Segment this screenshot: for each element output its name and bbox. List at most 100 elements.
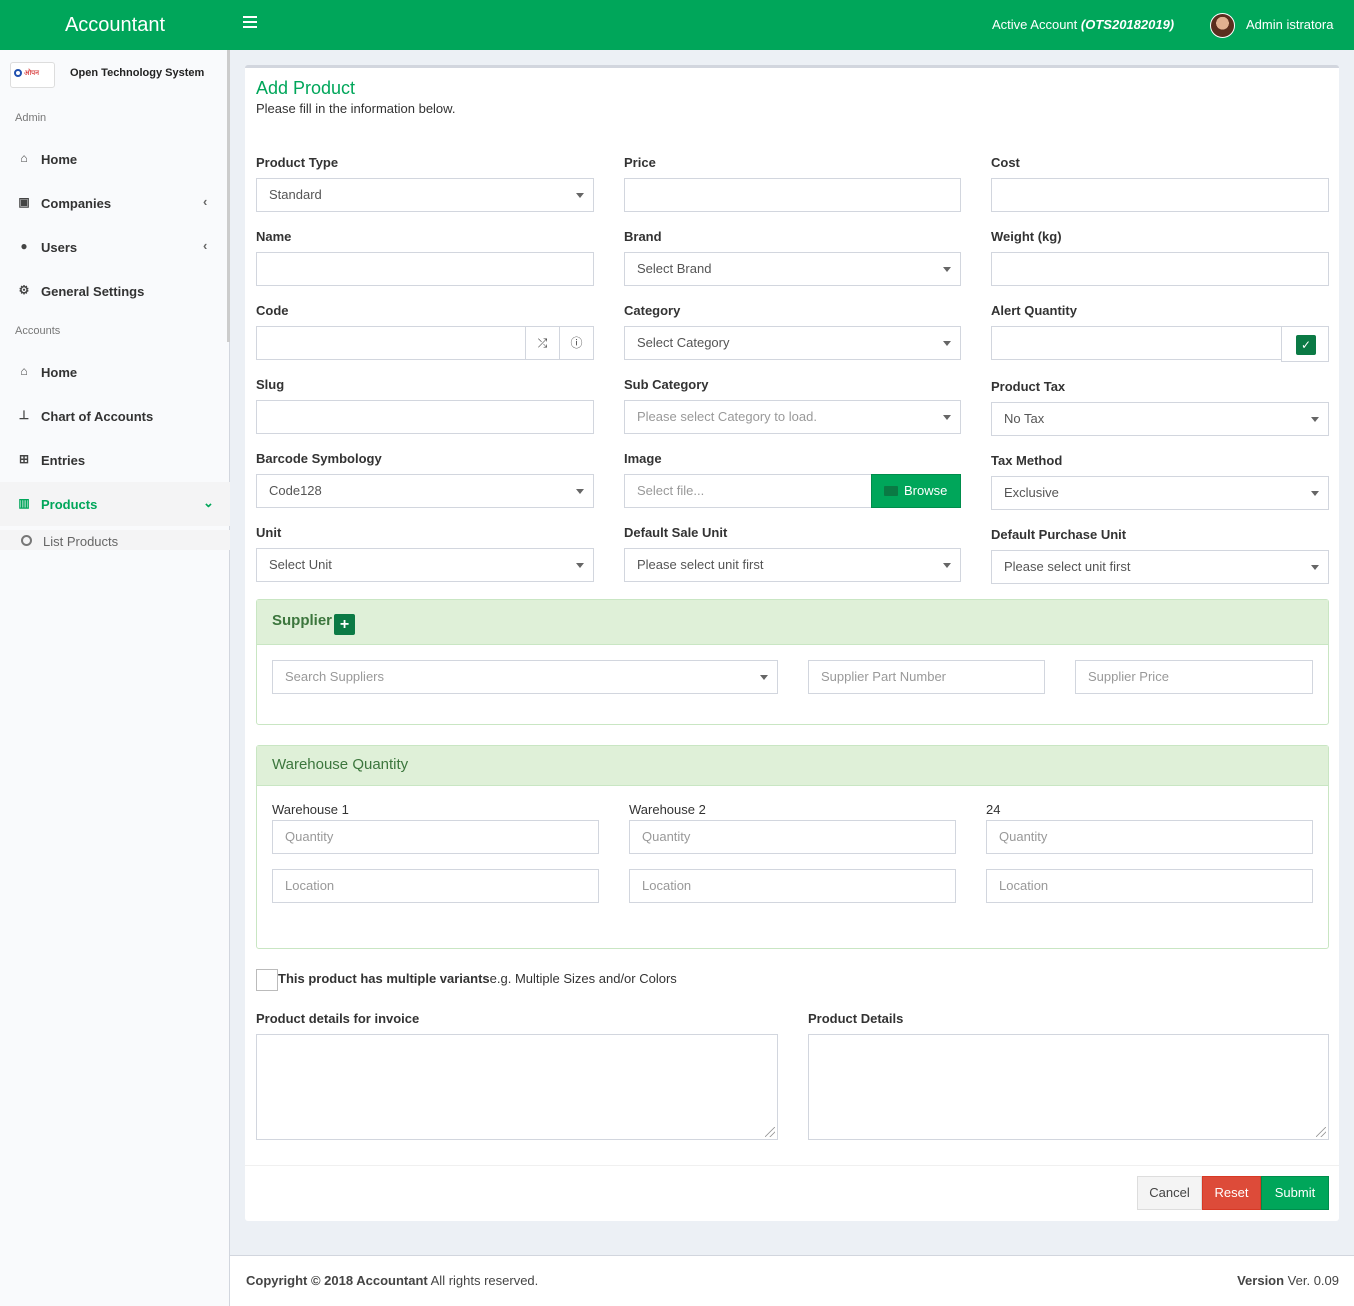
code-input[interactable] xyxy=(256,326,526,360)
name-input[interactable] xyxy=(256,252,594,286)
warehouse-panel-header: Warehouse Quantity xyxy=(257,746,1328,786)
default-purchase-unit-select[interactable]: Please select unit first xyxy=(991,550,1329,584)
product-details-textarea[interactable] xyxy=(808,1034,1329,1140)
multiple-variants-text: This product has multiple variantse.g. M… xyxy=(278,971,677,986)
user-name[interactable]: Admin istratora xyxy=(1246,17,1333,32)
plus-square-icon: ⊞ xyxy=(18,452,30,466)
supplier-panel-header: Supplier + xyxy=(257,600,1328,645)
chevron-left-icon: ‹ xyxy=(203,194,208,209)
sidebar-item-label: General Settings xyxy=(41,284,145,299)
sidebar-item-label: Home xyxy=(41,152,78,167)
sidebar-subitem-label: List Products xyxy=(43,534,119,549)
warehouse-1-location-input[interactable]: Location xyxy=(272,869,599,903)
sidebar-item-companies[interactable]: ▣ Companies ‹ xyxy=(0,181,230,225)
image-file-input[interactable]: Select file... xyxy=(624,474,872,508)
unit-label: Unit xyxy=(256,525,282,540)
version-value: Ver. 0.09 xyxy=(1284,1273,1339,1288)
invoice-details-label: Product details for invoice xyxy=(256,1011,420,1026)
barcode-symbology-label: Barcode Symbology xyxy=(256,451,382,466)
random-code-button[interactable]: ⤮ xyxy=(525,326,560,360)
sidebar-item-accounts-home[interactable]: ⌂ Home xyxy=(0,350,230,394)
default-sale-unit-select[interactable]: Please select unit first xyxy=(624,548,961,582)
submit-button[interactable]: Submit xyxy=(1261,1176,1329,1210)
add-supplier-button[interactable]: + xyxy=(334,614,356,635)
logo-text: ओपन xyxy=(23,70,39,77)
category-label: Category xyxy=(624,303,681,318)
sidebar-item-label: Home xyxy=(41,365,78,380)
image-label: Image xyxy=(624,451,662,466)
active-account-label: Active Account xyxy=(992,17,1078,32)
supplier-part-number-input[interactable]: Supplier Part Number xyxy=(808,660,1045,694)
tax-method-select[interactable]: Exclusive xyxy=(991,476,1329,510)
version-label: Version xyxy=(1237,1273,1285,1288)
warehouse-3-quantity-input[interactable]: Quantity xyxy=(986,820,1313,854)
brand-label: Brand xyxy=(624,229,662,244)
slug-label: Slug xyxy=(256,377,285,392)
slug-input[interactable] xyxy=(256,400,594,434)
reset-button[interactable]: Reset xyxy=(1202,1176,1261,1210)
alert-quantity-checkbox[interactable]: ✓ xyxy=(1281,326,1329,362)
multiple-variants-hint: e.g. Multiple Sizes and/or Colors xyxy=(489,971,677,986)
form-divider xyxy=(245,1165,1339,1166)
page-subtitle: Please fill in the information below. xyxy=(256,101,456,116)
sidebar-item-users[interactable]: ● Users ‹ xyxy=(0,225,230,269)
copyright-bold: Copyright © 2018 Accountant xyxy=(246,1273,428,1288)
sidebar-subitem-list-products[interactable]: List Products xyxy=(0,530,230,550)
circle-icon xyxy=(21,535,32,546)
warehouse-2-quantity-input[interactable]: Quantity xyxy=(629,820,956,854)
name-label: Name xyxy=(256,229,292,244)
sub-category-select[interactable]: Please select Category to load. xyxy=(624,400,961,434)
alert-quantity-label: Alert Quantity xyxy=(991,303,1077,318)
sidebar-item-home[interactable]: ⌂ Home xyxy=(0,137,230,181)
code-label: Code xyxy=(256,303,289,318)
user-avatar[interactable] xyxy=(1210,13,1235,38)
brand-select[interactable]: Select Brand xyxy=(624,252,961,286)
cogs-icon: ⚙ xyxy=(18,283,30,297)
sidebar-item-label: Products xyxy=(41,497,98,512)
hamburger-menu-icon[interactable] xyxy=(243,16,257,28)
search-suppliers-select[interactable]: Search Suppliers xyxy=(272,660,778,694)
weight-input[interactable] xyxy=(991,252,1329,286)
shuffle-icon: ⤮ xyxy=(537,336,548,350)
sidebar-item-label: Users xyxy=(41,240,78,255)
cost-label: Cost xyxy=(991,155,1020,170)
invoice-details-textarea[interactable] xyxy=(256,1034,778,1140)
sidebar-item-chart-of-accounts[interactable]: ⊥ Chart of Accounts xyxy=(0,394,230,438)
app-title[interactable]: Accountant xyxy=(0,0,230,50)
active-account: Active Account (OTS20182019) xyxy=(992,17,1174,32)
top-navbar: Accountant Active Account (OTS20182019) … xyxy=(0,0,1354,50)
supplier-price-input[interactable]: Supplier Price xyxy=(1075,660,1313,694)
barcode-symbology-select[interactable]: Code128 xyxy=(256,474,594,508)
code-info-button[interactable]: ⓘ xyxy=(559,326,594,360)
weight-label: Weight (kg) xyxy=(991,229,1062,244)
chevron-down-icon: ⌄ xyxy=(203,495,214,510)
warehouse-2-location-input[interactable]: Location xyxy=(629,869,956,903)
unit-select[interactable]: Select Unit xyxy=(256,548,594,582)
warehouse-1-quantity-input[interactable]: Quantity xyxy=(272,820,599,854)
sidebar-item-entries[interactable]: ⊞ Entries xyxy=(0,438,230,482)
sidebar-item-products[interactable]: ▥ Products ⌄ xyxy=(0,482,230,526)
check-icon: ✓ xyxy=(1296,335,1316,355)
category-select[interactable]: Select Category xyxy=(624,326,961,360)
info-icon: ⓘ xyxy=(570,336,583,350)
section-accounts: Accounts xyxy=(15,325,61,337)
page-title: Add Product xyxy=(256,78,356,98)
default-sale-unit-label: Default Sale Unit xyxy=(624,525,728,540)
product-tax-select[interactable]: No Tax xyxy=(991,402,1329,436)
price-input[interactable] xyxy=(624,178,961,212)
product-details-label: Product Details xyxy=(808,1011,904,1026)
cost-input[interactable] xyxy=(991,178,1329,212)
warehouse-1-label: Warehouse 1 xyxy=(272,802,349,817)
barcode-icon: ▥ xyxy=(18,496,30,510)
active-account-code: (OTS20182019) xyxy=(1080,17,1175,32)
home-icon: ⌂ xyxy=(20,151,28,165)
supplier-title: Supplier xyxy=(272,612,333,629)
browse-button[interactable]: Browse xyxy=(871,474,961,508)
product-type-select[interactable]: Standard xyxy=(256,178,594,212)
alert-quantity-input[interactable] xyxy=(991,326,1282,360)
multiple-variants-checkbox[interactable] xyxy=(256,969,278,991)
sidebar-item-label: Entries xyxy=(41,453,86,468)
cancel-button[interactable]: Cancel xyxy=(1137,1176,1202,1210)
warehouse-3-location-input[interactable]: Location xyxy=(986,869,1313,903)
sidebar-item-general-settings[interactable]: ⚙ General Settings xyxy=(0,269,230,313)
